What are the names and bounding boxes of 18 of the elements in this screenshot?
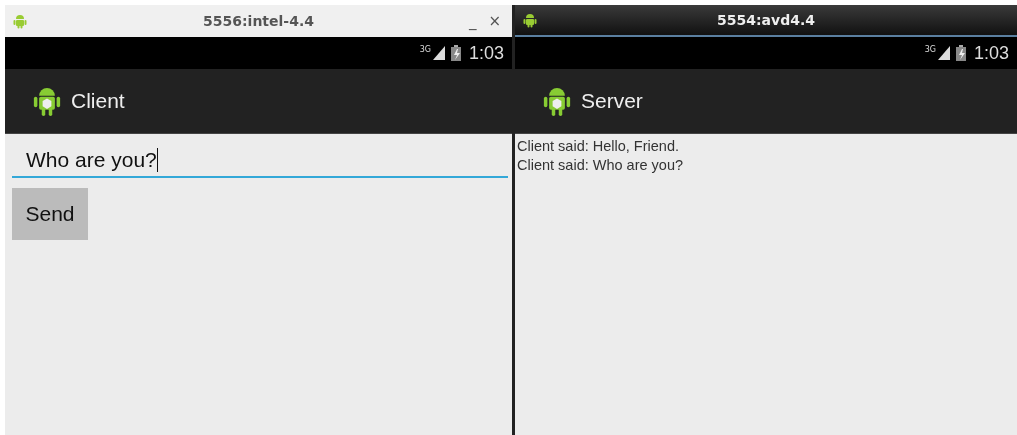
battery-icon	[450, 45, 461, 61]
clock: 1:03	[973, 42, 1009, 64]
window-title: 5554:avd4.4	[717, 12, 815, 28]
message-field[interactable]: Who are you?	[12, 142, 508, 178]
app-title: Client	[71, 89, 125, 113]
log-line: Client said: Hello, Friend.	[516, 137, 679, 156]
window-title: 5556:intel-4.4	[203, 13, 314, 29]
android-icon	[13, 13, 27, 29]
app-title: Server	[581, 89, 643, 113]
signal-icon	[937, 46, 950, 60]
log-line: Client said: Who are you?	[516, 156, 684, 175]
clock: 1:03	[468, 42, 504, 64]
signal-icon	[432, 46, 445, 60]
battery-icon	[955, 45, 966, 61]
send-button[interactable]: Send	[12, 188, 88, 240]
android-icon	[523, 12, 537, 28]
network-type: 3G	[419, 45, 431, 54]
network-type: 3G	[924, 45, 936, 54]
